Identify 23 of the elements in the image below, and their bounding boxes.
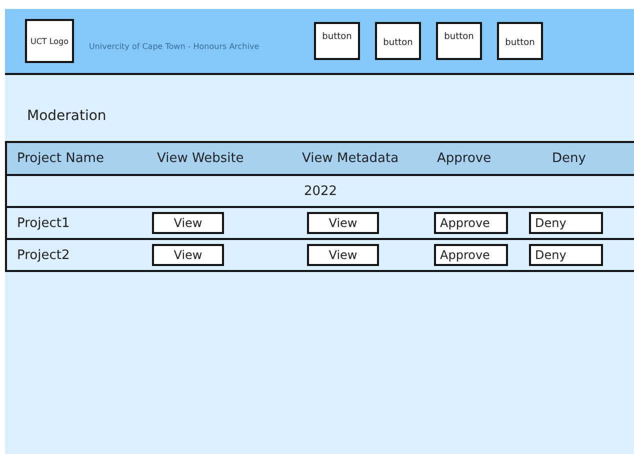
site-logo: UCT Logo bbox=[25, 19, 74, 63]
nav-button[interactable]: button bbox=[497, 22, 543, 60]
view-website-button[interactable]: View bbox=[152, 212, 224, 234]
column-header: Approve bbox=[436, 151, 492, 166]
nav-button[interactable]: button bbox=[375, 22, 421, 60]
approve-button[interactable]: Approve bbox=[434, 244, 508, 266]
page-title: Moderation bbox=[26, 107, 108, 126]
deny-button[interactable]: Deny bbox=[529, 212, 603, 234]
view-metadata-button[interactable]: View bbox=[307, 212, 379, 234]
column-header: View Website bbox=[156, 151, 245, 166]
view-website-button[interactable]: View bbox=[152, 244, 224, 266]
deny-button[interactable]: Deny bbox=[529, 244, 603, 266]
approve-button[interactable]: Approve bbox=[434, 212, 508, 234]
view-metadata-button[interactable]: View bbox=[307, 244, 379, 266]
group-label: 2022 bbox=[304, 184, 338, 198]
column-header: View Metadata bbox=[301, 151, 400, 166]
project-name: Project2 bbox=[16, 248, 71, 262]
site-title: Univercity of Cape Town - Honours Archive bbox=[89, 42, 260, 50]
column-header: Project Name bbox=[16, 151, 105, 166]
nav-button[interactable]: button bbox=[314, 22, 360, 60]
column-header: Deny bbox=[551, 151, 587, 166]
project-name: Project1 bbox=[16, 216, 71, 230]
nav-button[interactable]: button bbox=[436, 22, 482, 60]
